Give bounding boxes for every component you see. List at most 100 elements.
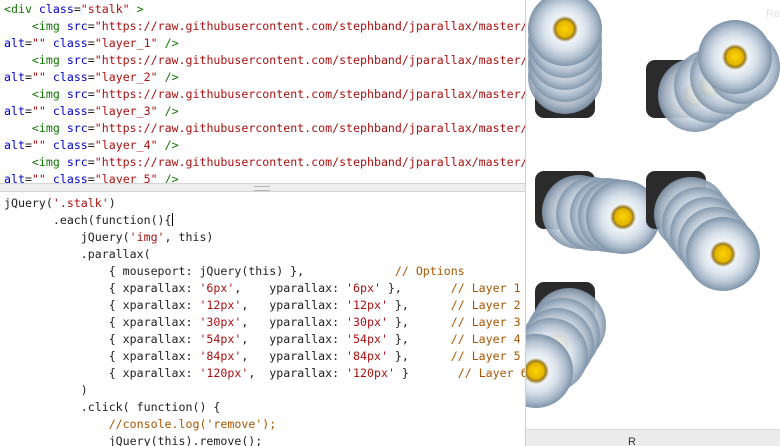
html-code-line[interactable]: <img src="https://raw.githubusercontent.…: [4, 154, 525, 171]
html-code-line[interactable]: <img src="https://raw.githubusercontent.…: [4, 52, 525, 69]
js-code-line[interactable]: jQuery('.stalk'): [4, 195, 525, 212]
js-code-lines[interactable]: jQuery('.stalk') .each(function(){ jQuer…: [0, 195, 525, 446]
code-token: },: [387, 349, 451, 363]
js-code-line[interactable]: { xparallax: '54px', yparallax: '54px' }…: [4, 331, 525, 348]
html-code-line[interactable]: alt="" class="layer_2" />: [4, 69, 525, 86]
code-token: { xparallax:: [4, 281, 200, 295]
html-code-line[interactable]: <div class="stalk" >: [4, 1, 525, 18]
code-attr-value: "https://raw.githubusercontent.com/steph…: [94, 19, 525, 33]
code-attr-name: class: [38, 2, 74, 16]
js-code-line[interactable]: { xparallax: '30px', yparallax: '30px' }…: [4, 314, 525, 331]
stalk-2-layer-5[interactable]: [698, 20, 772, 94]
code-attr-value: "layer_3": [94, 104, 158, 118]
js-code-line[interactable]: { xparallax: '6px', yparallax: '6px' }, …: [4, 280, 525, 297]
code-token: .click( function() {: [4, 400, 221, 414]
html-code-line[interactable]: alt="" class="layer_4" />: [4, 137, 525, 154]
code-token: 'img': [129, 230, 165, 244]
code-attr-name: class: [52, 70, 88, 84]
js-code-line[interactable]: { xparallax: '84px', yparallax: '84px' }…: [4, 348, 525, 365]
code-token: '54px': [346, 332, 388, 346]
html-code-line[interactable]: alt="" class="layer_3" />: [4, 103, 525, 120]
html-code-line[interactable]: alt="" class="layer_5" />: [4, 171, 525, 183]
js-code-line[interactable]: { xparallax: '12px', yparallax: '12px' }…: [4, 297, 525, 314]
code-token: .each(function(){: [4, 213, 172, 227]
code-token: '12px': [199, 298, 242, 312]
stalk-4-layer-5[interactable]: [686, 217, 760, 291]
text-cursor: [171, 213, 173, 226]
code-token: '84px': [346, 349, 388, 363]
code-attr-name: src: [66, 155, 88, 169]
js-code-line[interactable]: //console.log('remove');: [4, 416, 525, 433]
code-tag: />: [164, 70, 179, 84]
js-code-line[interactable]: { mouseport: jQuery(this) }, // Options: [4, 263, 525, 280]
code-attr-name: alt: [4, 104, 25, 118]
code-token: , yparallax:: [241, 332, 347, 346]
code-attr-name: src: [66, 87, 88, 101]
code-token: '30px': [346, 315, 388, 329]
code-attr-name: class: [52, 172, 88, 183]
code-token: // Layer 2: [450, 298, 521, 312]
code-attr-value: "": [31, 70, 46, 84]
code-token: '84px': [199, 349, 242, 363]
result-footer-bar[interactable]: R: [526, 429, 780, 446]
code-token: , this): [164, 230, 214, 244]
result-footer-label: R: [628, 436, 636, 446]
js-code-line[interactable]: .parallax(: [4, 246, 525, 263]
js-code-line[interactable]: jQuery('img', this): [4, 229, 525, 246]
code-tag: />: [164, 104, 179, 118]
code-attr-value: "https://raw.githubusercontent.com/steph…: [94, 87, 525, 101]
code-token: { xparallax:: [4, 298, 200, 312]
html-code-line[interactable]: alt="" class="layer_1" />: [4, 35, 525, 52]
js-editor-pane[interactable]: jQuery('.stalk') .each(function(){ jQuer…: [0, 192, 525, 446]
code-attr-value: "stalk": [80, 2, 130, 16]
splitter-grip-icon[interactable]: [254, 186, 270, 191]
code-tag: <img: [31, 53, 60, 67]
code-token: jQuery(: [4, 230, 130, 244]
code-attr-value: "": [31, 172, 46, 183]
html-code-line[interactable]: <img src="https://raw.githubusercontent.…: [4, 18, 525, 35]
js-code-line[interactable]: ): [4, 382, 525, 399]
code-token: jQuery(this).remove();: [4, 434, 263, 446]
code-token: '12px': [346, 298, 388, 312]
code-tag: />: [164, 138, 179, 152]
code-tag: <img: [31, 19, 60, 33]
code-token: '30px': [199, 315, 242, 329]
js-code-line[interactable]: .click( function() {: [4, 399, 525, 416]
code-attr-name: src: [66, 19, 88, 33]
code-token: ): [108, 196, 116, 210]
html-code-lines[interactable]: <div class="stalk" > <img src="https://r…: [0, 1, 525, 183]
js-code-line[interactable]: .each(function(){: [4, 212, 525, 229]
code-token: '54px': [199, 332, 242, 346]
result-pane[interactable]: Re R: [526, 0, 780, 446]
code-attr-name: src: [66, 121, 88, 135]
editor-splitter[interactable]: [0, 183, 525, 192]
code-token: , yparallax:: [248, 366, 347, 380]
code-tag: />: [164, 36, 179, 50]
js-code-line[interactable]: { xparallax: '120px', yparallax: '120px'…: [4, 365, 525, 382]
code-attr-name: alt: [4, 172, 25, 183]
code-tag: />: [164, 172, 179, 183]
html-code-line[interactable]: <img src="https://raw.githubusercontent.…: [4, 120, 525, 137]
code-token: },: [387, 332, 451, 346]
code-attr-value: "https://raw.githubusercontent.com/steph…: [94, 155, 525, 169]
code-token: , yparallax:: [241, 349, 347, 363]
code-tag: <img: [31, 155, 60, 169]
code-token: },: [380, 281, 451, 295]
code-token: { xparallax:: [4, 332, 200, 346]
code-token: //console.log('remove');: [108, 417, 277, 431]
code-attr-value: "layer_5": [94, 172, 158, 183]
code-token: '6px': [199, 281, 235, 295]
code-token: { mouseport: jQuery(this) },: [4, 264, 395, 278]
html-code-line[interactable]: <img src="https://raw.githubusercontent.…: [4, 86, 525, 103]
html-editor-pane[interactable]: <div class="stalk" > <img src="https://r…: [0, 0, 525, 183]
code-token: },: [387, 315, 451, 329]
code-attr-name: src: [66, 53, 88, 67]
js-code-line[interactable]: jQuery(this).remove();: [4, 433, 525, 446]
code-attr-name: class: [52, 138, 88, 152]
code-attr-value: "layer_4": [94, 138, 158, 152]
